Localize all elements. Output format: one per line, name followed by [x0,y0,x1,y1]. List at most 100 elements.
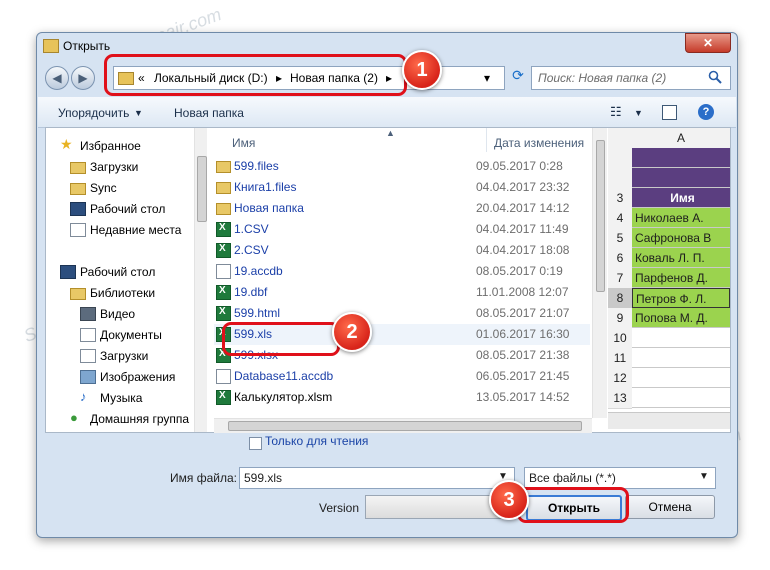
file-list-scrollbar[interactable] [592,128,607,418]
sheet-cell [632,168,730,188]
folder-icon [216,182,231,194]
nav-label: Sync [90,181,117,195]
nav-label: Избранное [80,139,141,153]
video-icon [80,307,96,321]
nav-label: Рабочий стол [90,202,166,216]
excel-xlsm-icon [216,390,231,405]
window-icon [43,39,59,53]
file-row[interactable]: Калькулятор.xlsm 13.05.2017 14:52 [214,387,590,408]
column-header-date[interactable]: Дата изменения [494,136,584,150]
sheet-cell [632,368,730,388]
organize-button[interactable]: Упорядочить [58,106,129,120]
file-name: 599.files [234,159,279,173]
annotation-box-1 [104,54,407,96]
row-number: 8 [608,288,632,309]
file-date: 13.05.2017 14:52 [476,390,570,404]
scroll-thumb[interactable] [228,421,582,431]
nav-label: Музыка [100,391,143,405]
desktop-icon [70,202,86,216]
nav-scrollbar[interactable] [194,128,207,432]
version-label: Version [319,501,360,515]
sort-ascending-icon: ▲ [386,128,395,138]
nav-label: Документы [100,328,162,342]
sheet-cell: Попова М. Д. [632,308,730,328]
file-name: Database11.accdb [234,369,334,383]
address-dropdown-icon[interactable]: ▾ [484,71,490,85]
nav-label: Библиотеки [90,286,156,300]
file-name: 19.accdb [234,264,283,278]
chevron-down-icon[interactable]: ▼ [634,108,643,118]
version-select[interactable] [365,495,507,519]
nav-label: Загрузки [90,160,139,174]
row-number: 11 [608,348,632,369]
cancel-button[interactable]: Отмена [625,495,715,519]
scroll-thumb[interactable] [197,156,207,222]
annotation-badge-2: 2 [332,312,372,352]
nav-label: Домашняя группа [90,412,190,426]
file-date: 11.01.2008 12:07 [476,285,569,299]
annotation-box-2 [222,322,340,356]
folder-icon [216,203,231,215]
help-icon[interactable]: ? [698,104,714,120]
recent-places-icon [70,223,86,237]
file-row[interactable]: 1.CSV 04.04.2017 11:49 [214,219,590,240]
view-options-icon[interactable]: ☷ [610,104,622,120]
row-number: 6 [608,248,632,269]
excel-csv-icon [216,243,231,258]
file-row[interactable]: 19.accdb 08.05.2017 0:19 [214,261,590,282]
preview-pane: A 3 Имя 4 Николаев А. 5 Сафронова В 6 Ко… [608,128,730,432]
file-row[interactable]: 599.files 09.05.2017 0:28 [214,156,590,177]
excel-csv-icon [216,222,231,237]
file-date: 04.04.2017 18:08 [476,243,570,257]
filetype-select[interactable]: Все файлы (*.*) ▼ [524,467,716,489]
sheet-cell: Сафронова В [632,228,730,248]
sheet-cell: Имя [632,188,730,208]
file-row[interactable]: 2.CSV 04.04.2017 18:08 [214,240,590,261]
file-row[interactable]: Книга1.files 04.04.2017 23:32 [214,177,590,198]
preview-pane-icon[interactable] [662,105,677,120]
annotation-box-3 [517,487,629,523]
file-row[interactable]: Database11.accdb 06.05.2017 21:45 [214,366,590,387]
row-number: 10 [608,328,632,349]
annotation-badge-1: 1 [402,50,442,90]
close-button[interactable]: ✕ [685,33,731,53]
sheet-cell-selected: Петров Ф. Л. [632,288,730,308]
chevron-down-icon[interactable]: ▼ [134,108,143,118]
scroll-thumb[interactable] [596,140,605,292]
back-button[interactable]: ◀ [45,66,69,90]
music-icon: ♪ [80,389,87,404]
row-number: 3 [608,188,632,209]
file-row[interactable]: Новая папка 20.04.2017 14:12 [214,198,590,219]
search-input[interactable]: Поиск: Новая папка (2) [531,66,731,90]
access-file-icon [216,264,231,279]
file-date: 20.04.2017 14:12 [476,201,570,215]
nav-label: Загрузки [100,349,149,363]
row-number: 13 [608,388,632,409]
column-header-a: A [632,128,730,149]
sheet-cell [632,148,730,168]
horizontal-scrollbar[interactable] [214,418,592,433]
column-header-name[interactable]: Имя [232,136,255,150]
filename-input[interactable]: 599.xls ▼ [239,467,515,489]
file-row[interactable]: 599.html 08.05.2017 21:07 [214,303,590,324]
homegroup-icon: ● [70,410,78,425]
nav-label: Видео [100,307,136,321]
new-folder-button[interactable]: Новая папка [174,106,244,120]
chevron-down-icon[interactable]: ▼ [699,471,709,482]
star-icon: ★ [60,136,73,152]
column-divider[interactable] [486,128,487,152]
sheet-cell [632,388,730,408]
file-date: 09.05.2017 0:28 [476,159,563,173]
downloads-icon [80,349,96,363]
forward-button[interactable]: ▶ [71,66,95,90]
readonly-label[interactable]: Только для чтения [265,434,368,448]
readonly-checkbox[interactable] [249,437,262,450]
refresh-button[interactable]: ⟳ [507,67,529,87]
filename-label: Имя файла: [170,471,237,485]
sheet-tab-bar[interactable] [608,412,730,429]
file-date: 06.05.2017 21:45 [476,369,570,383]
file-row[interactable]: 19.dbf 11.01.2008 12:07 [214,282,590,303]
row-number: 7 [608,268,632,289]
annotation-badge-3: 3 [489,480,529,520]
row-number: 12 [608,368,632,389]
